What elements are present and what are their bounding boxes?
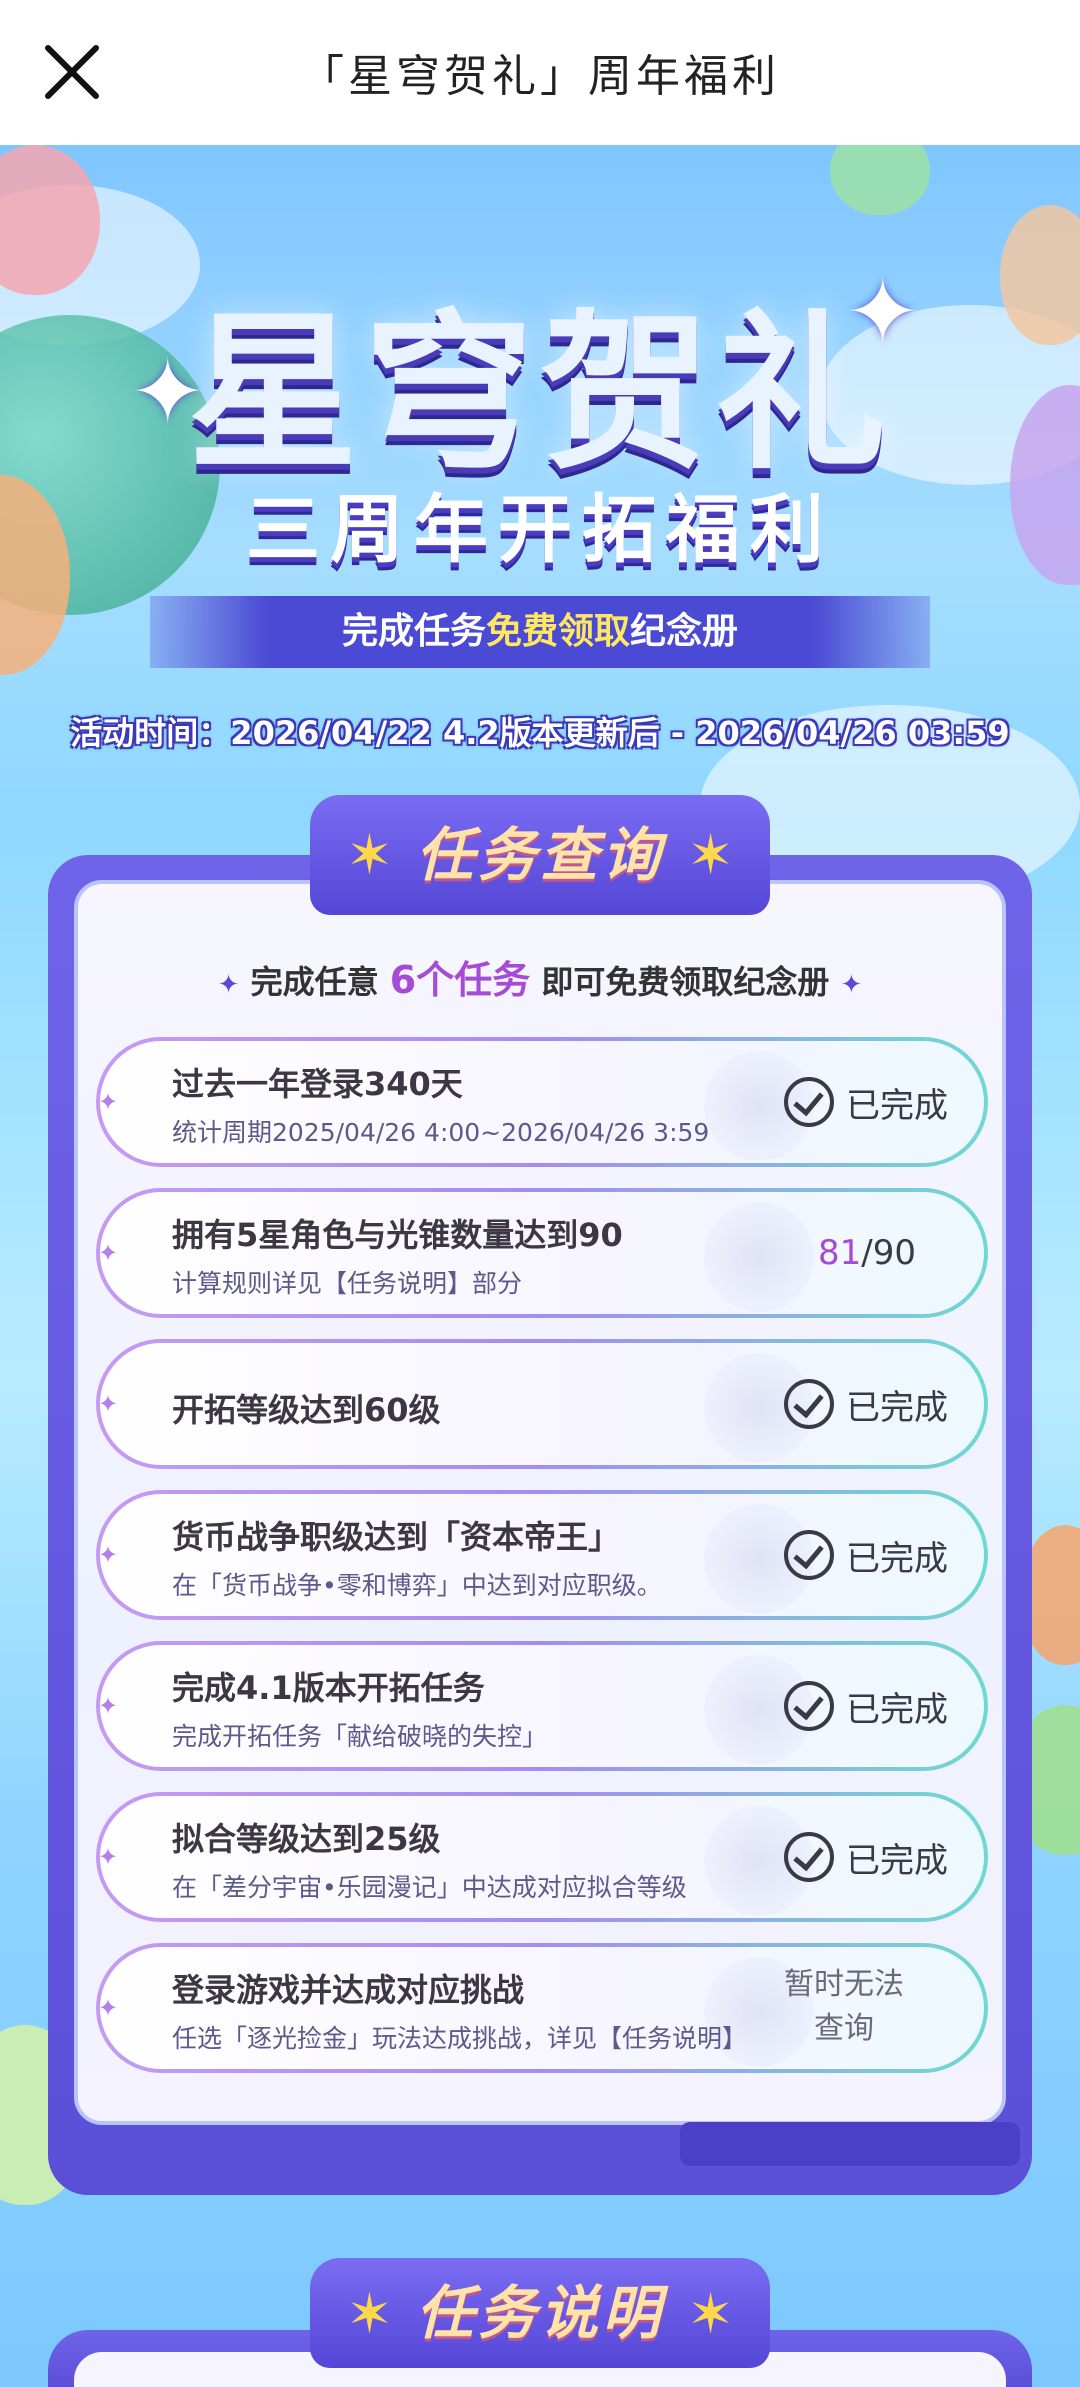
task-status: 已完成 <box>784 1494 948 1616</box>
task-status-label: 查询 <box>814 2011 874 2046</box>
notch-icon: ✦ <box>98 1994 119 2022</box>
description-panel-header: ✶ 任务说明 ✶ <box>310 2258 770 2368</box>
task-status-label: 已完成 <box>846 1689 948 1730</box>
instruction-text: 即可免费领取纪念册 <box>541 963 830 1001</box>
task-description: 统计周期2025/04/26 4:00~2026/04/26 3:59 <box>172 1118 710 1147</box>
tagline-text: 纪念册 <box>630 611 739 652</box>
notch-icon: ✦ <box>98 1239 119 1267</box>
task-card-body: ✦ 开拓等级达到60级 已完成 <box>98 1343 984 1465</box>
task-title: 开拓等级达到60级 <box>172 1391 441 1429</box>
progress-total: /90 <box>861 1233 916 1273</box>
task-description: 任选「逐光捡金」玩法达成挑战，详见【任务说明】 <box>172 2024 748 2053</box>
task-card-body: ✦ 登录游戏并达成对应挑战 任选「逐光捡金」玩法达成挑战，详见【任务说明】 暂时… <box>98 1947 984 2069</box>
task-progress: 81/90 <box>818 1192 916 1314</box>
diamond-icon: ✦ <box>217 970 240 1000</box>
event-period: 活动时间：2026/04/22 4.2版本更新后 - 2026/04/26 03… <box>70 714 1010 752</box>
check-circle-icon <box>784 1379 834 1429</box>
task-card-body: ✦ 过去一年登录340天 统计周期2025/04/26 4:00~2026/04… <box>98 1041 984 1163</box>
tagline-banner: 完成任务免费领取纪念册 <box>150 596 930 668</box>
star-icon: ✶ <box>346 2282 393 2347</box>
instruction-count: 6个任务 <box>389 958 531 1002</box>
instruction-text: 完成任意 <box>250 963 379 1001</box>
task-status: 已完成 <box>784 1041 948 1163</box>
task-card[interactable]: ✦ 登录游戏并达成对应挑战 任选「逐光捡金」玩法达成挑战，详见【任务说明】 暂时… <box>96 1943 988 2073</box>
top-nav-bar: 「星穹贺礼」周年福利 <box>0 0 1080 145</box>
task-card-body: ✦ 完成4.1版本开拓任务 完成开拓任务「献给破晓的失控」 已完成 <box>98 1645 984 1767</box>
task-status-label: 已完成 <box>846 1085 948 1126</box>
task-card-body: ✦ 拟合等级达到25级 在「差分宇宙•乐园漫记」中达成对应拟合等级 已完成 <box>98 1796 984 1918</box>
check-circle-icon <box>784 1832 834 1882</box>
notch-icon: ✦ <box>98 1541 119 1569</box>
task-status: 已完成 <box>784 1343 948 1465</box>
task-instruction: ✦ 完成任意 6个任务 即可免费领取纪念册 ✦ <box>74 955 1006 1010</box>
task-card-body: ✦ 拥有5星角色与光锥数量达到90 计算规则详见【任务说明】部分 81/90 <box>98 1192 984 1314</box>
check-circle-icon <box>784 1530 834 1580</box>
check-circle-icon <box>784 1077 834 1127</box>
progress-current: 81 <box>818 1233 862 1273</box>
event-logo-subtitle: 三周年开拓福利 <box>246 487 834 573</box>
task-status-unavailable: 暂时无法 查询 <box>754 1963 934 2051</box>
task-title: 拟合等级达到25级 <box>172 1820 441 1858</box>
page-title: 「星穹贺礼」周年福利 <box>300 51 780 102</box>
task-title: 货币战争职级达到「资本帝王」 <box>172 1518 621 1556</box>
task-title: 登录游戏并达成对应挑战 <box>172 1971 525 2009</box>
task-title: 过去一年登录340天 <box>172 1065 463 1103</box>
task-title: 拥有5星角色与光锥数量达到90 <box>172 1216 623 1254</box>
task-status-label: 已完成 <box>846 1387 948 1428</box>
task-description: 完成开拓任务「献给破晓的失控」 <box>172 1722 548 1751</box>
task-card[interactable]: ✦ 拟合等级达到25级 在「差分宇宙•乐园漫记」中达成对应拟合等级 已完成 <box>96 1792 988 1922</box>
notch-icon: ✦ <box>98 1390 119 1418</box>
task-card[interactable]: ✦ 开拓等级达到60级 已完成 <box>96 1339 988 1469</box>
task-panel-title: 任务查询 <box>415 821 664 889</box>
notch-icon: ✦ <box>98 1692 119 1720</box>
task-description: 在「差分宇宙•乐园漫记」中达成对应拟合等级 <box>172 1873 687 1902</box>
diamond-icon: ✦ <box>840 970 863 1000</box>
notch-icon: ✦ <box>98 1088 119 1116</box>
task-card[interactable]: ✦ 过去一年登录340天 统计周期2025/04/26 4:00~2026/04… <box>96 1037 988 1167</box>
task-card[interactable]: ✦ 完成4.1版本开拓任务 完成开拓任务「献给破晓的失控」 已完成 <box>96 1641 988 1771</box>
task-status-label: 已完成 <box>846 1840 948 1881</box>
task-description: 计算规则详见【任务说明】部分 <box>172 1269 523 1298</box>
tagline-highlight: 免费领取 <box>485 611 630 652</box>
task-title: 完成4.1版本开拓任务 <box>172 1669 485 1707</box>
task-status: 已完成 <box>784 1645 948 1767</box>
task-status: 已完成 <box>784 1796 948 1918</box>
task-panel-header: ✶ 任务查询 ✶ <box>310 795 770 915</box>
star-icon: ✶ <box>346 823 393 888</box>
task-status-label: 暂时无法 <box>784 1967 904 2002</box>
star-icon: ✶ <box>687 823 734 888</box>
check-circle-icon <box>784 1681 834 1731</box>
star-icon: ✶ <box>687 2282 734 2347</box>
task-description: 在「货币战争•零和博弈」中达到对应职级。 <box>172 1571 662 1600</box>
tagline-text: 完成任务 <box>341 611 486 652</box>
balloon-decoration <box>830 145 930 215</box>
panel-decoration-bar <box>680 2122 1020 2166</box>
event-logo-title: 星穹贺礼 <box>187 295 892 493</box>
task-status-label: 已完成 <box>846 1538 948 1579</box>
emblem-watermark-icon <box>704 1202 814 1312</box>
notch-icon: ✦ <box>98 1843 119 1871</box>
task-card-body: ✦ 货币战争职级达到「资本帝王」 在「货币战争•零和博弈」中达到对应职级。 已完… <box>98 1494 984 1616</box>
description-panel-title: 任务说明 <box>415 2279 664 2347</box>
task-card[interactable]: ✦ 货币战争职级达到「资本帝王」 在「货币战争•零和博弈」中达到对应职级。 已完… <box>96 1490 988 1620</box>
task-card[interactable]: ✦ 拥有5星角色与光锥数量达到90 计算规则详见【任务说明】部分 81/90 <box>96 1188 988 1318</box>
